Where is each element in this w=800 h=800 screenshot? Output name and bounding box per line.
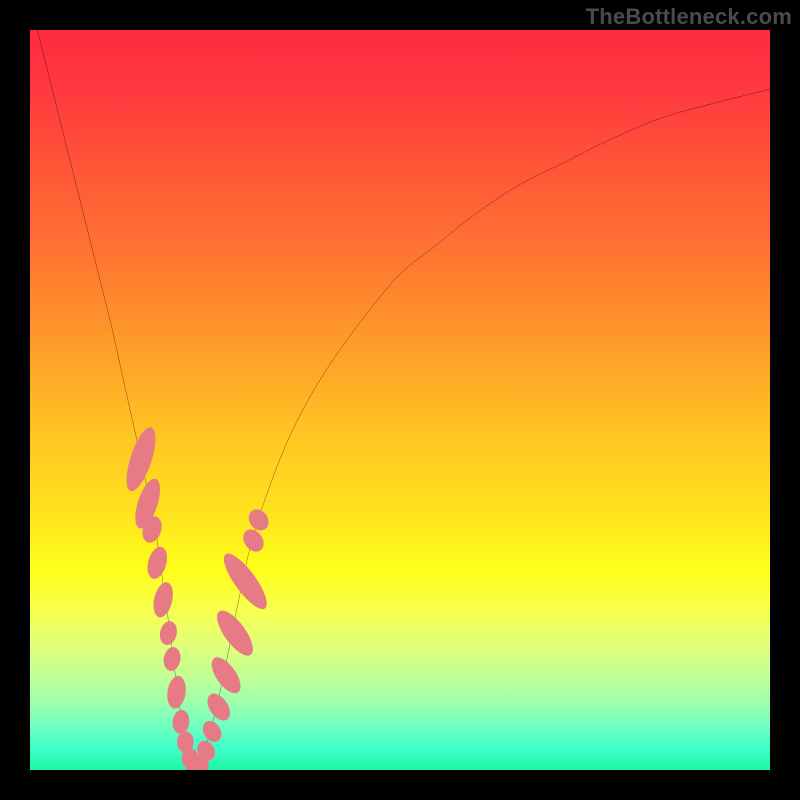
- curve-layer: [37, 30, 770, 770]
- curve-marker: [217, 548, 273, 614]
- chart-svg: [30, 30, 770, 770]
- curve-marker: [144, 545, 170, 581]
- curve-marker: [211, 605, 259, 660]
- curve-marker: [165, 675, 187, 710]
- curve-marker: [151, 580, 176, 619]
- curve-marker: [239, 526, 267, 556]
- curve-marker: [203, 690, 234, 724]
- plot-area: [30, 30, 770, 770]
- watermark-text: TheBottleneck.com: [586, 4, 792, 30]
- curve-marker: [206, 653, 246, 698]
- bottleneck-curve: [37, 30, 770, 770]
- curve-marker: [162, 646, 182, 672]
- chart-frame: TheBottleneck.com: [0, 0, 800, 800]
- curve-marker: [158, 620, 179, 647]
- marker-layer: [121, 424, 273, 770]
- curve-marker: [172, 709, 191, 734]
